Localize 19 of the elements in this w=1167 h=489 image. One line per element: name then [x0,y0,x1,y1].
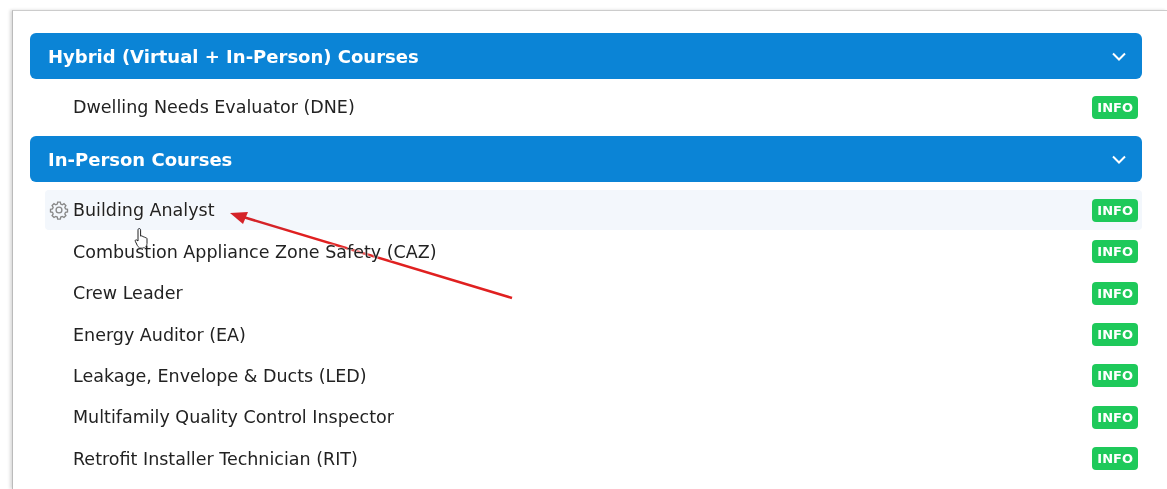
course-name[interactable]: Energy Auditor (EA) [73,324,1093,345]
section-header[interactable]: In-Person Courses [30,136,1142,183]
section-header[interactable]: Hybrid (Virtual + In-Person) Courses [30,33,1142,79]
course-row[interactable]: Crew Leader INFO [45,273,1142,314]
course-row[interactable]: Energy Auditor (EA) INFO [45,314,1142,355]
gear-icon [49,200,69,221]
course-row[interactable]: Retrofit Installer Technician (RIT) INFO [45,438,1142,479]
course-row[interactable]: Building Analyst INFO [45,190,1142,231]
chevron-down-icon [1112,51,1126,61]
course-name[interactable]: Multifamily Quality Control Inspector [73,407,1093,428]
course-name[interactable]: Dwelling Needs Evaluator (DNE) [73,97,1093,117]
course-name[interactable]: Retrofit Installer Technician (RIT) [73,448,1093,469]
course-row[interactable]: Dwelling Needs Evaluator (DNE) INFO [45,87,1142,127]
course-name[interactable]: Leakage, Envelope & Ducts (LED) [73,365,1093,386]
chevron-down-icon [1112,154,1126,164]
course-row[interactable]: Leakage, Envelope & Ducts (LED) INFO [45,355,1142,396]
course-name[interactable]: Crew Leader [73,283,1093,304]
course-name[interactable]: Building Analyst [73,200,1093,221]
course-row[interactable]: Multifamily Quality Control Inspector INFO [45,397,1142,438]
